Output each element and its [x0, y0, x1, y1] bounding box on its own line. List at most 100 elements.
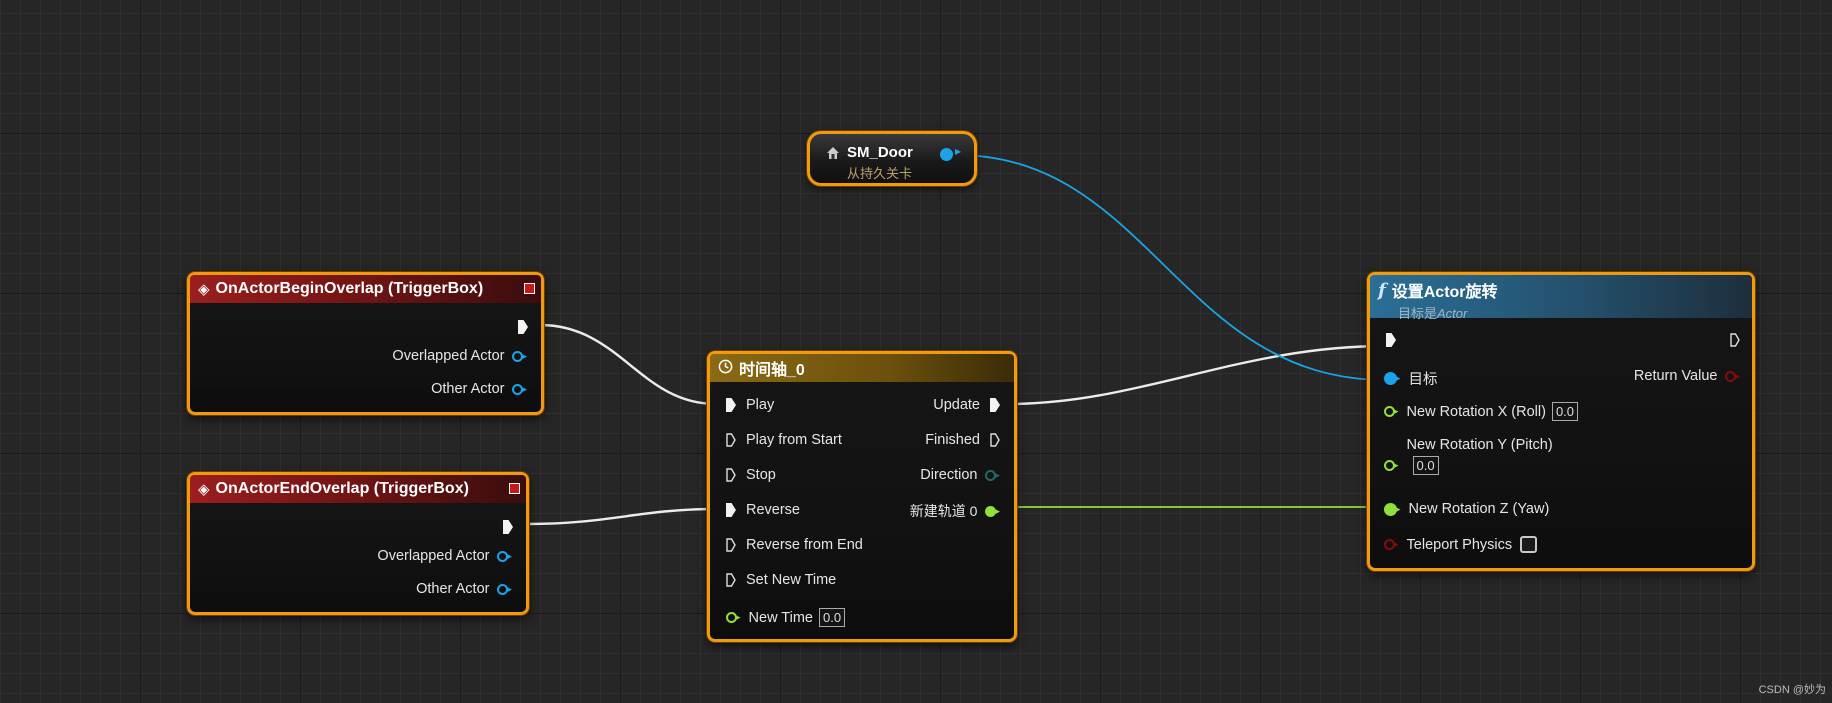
- reverse-from-end-row: Reverse from End: [726, 537, 863, 553]
- delegate-square-icon: [524, 283, 535, 294]
- sm-door-title: SM_Door: [847, 144, 913, 161]
- pin-label: Overlapped Actor: [392, 348, 505, 364]
- pin-arrow-icon: ▸: [507, 550, 512, 561]
- stop-exec-pin[interactable]: [726, 468, 736, 482]
- update-row: Update: [933, 397, 1000, 413]
- play-from-start-row: Play from Start: [726, 432, 842, 448]
- roll-input[interactable]: 0.0: [1551, 402, 1579, 421]
- stop-row: Stop: [726, 467, 776, 483]
- play-from-start-label: Play from Start: [746, 432, 842, 448]
- wire-end-to-reverse: [526, 507, 717, 526]
- sm-door-output-pin[interactable]: [940, 148, 953, 161]
- actor-reference-icon: [826, 146, 840, 160]
- set-rotation-node[interactable]: f 设置Actor旋转 目标是Actor ▸ 目标 Return Value ▸…: [1367, 272, 1755, 571]
- end-overlap-title: OnActorEndOverlap (TriggerBox): [215, 480, 469, 497]
- sm-door-node[interactable]: SM_Door 从持久关卡 ▶: [807, 131, 977, 186]
- set-new-time-exec-pin[interactable]: [726, 573, 736, 587]
- set-rotation-exec-out: [1730, 333, 1740, 347]
- pitch-label: New Rotation Y (Pitch): [1406, 437, 1553, 453]
- begin-overlap-other-row: Other Actor ▸: [431, 381, 527, 397]
- new-time-label: New Time: [748, 609, 813, 626]
- reverse-from-end-label: Reverse from End: [746, 537, 863, 553]
- delegate-square-icon: [509, 483, 520, 494]
- sm-door-subtitle: 从持久关卡: [847, 166, 913, 181]
- finished-row: Finished: [925, 432, 1000, 448]
- set-new-time-label: Set New Time: [746, 572, 837, 588]
- wire-update-to-setrotation: [1006, 344, 1386, 406]
- reverse-exec-pin[interactable]: [726, 503, 736, 517]
- begin-overlap-title: OnActorBeginOverlap (TriggerBox): [215, 280, 484, 297]
- set-rotation-title: 设置Actor旋转: [1391, 284, 1498, 301]
- play-row: Play: [726, 397, 774, 413]
- play-label: Play: [746, 397, 775, 413]
- teleport-label: Teleport Physics: [1406, 536, 1513, 553]
- target-label: 目标: [1408, 372, 1438, 388]
- pin-arrow-icon: ▸: [1735, 370, 1740, 381]
- return-value-label: Return Value: [1633, 368, 1718, 384]
- pin-arrow-icon: ▸: [1396, 503, 1401, 514]
- end-overlap-header: ◈ OnActorEndOverlap (TriggerBox): [190, 475, 526, 503]
- new-time-input[interactable]: 0.0: [819, 608, 846, 627]
- roll-row: ▸ New Rotation X (Roll) 0.0: [1384, 402, 1579, 421]
- pin-label: Other Actor: [416, 581, 490, 597]
- end-overlap-exec-out[interactable]: [503, 520, 513, 534]
- new-time-row: ▸ New Time 0.0: [726, 608, 846, 627]
- track-row: 新建轨道 0 ▸: [910, 501, 1000, 521]
- pitch-content: New Rotation Y (Pitch) 0.0: [1407, 437, 1553, 475]
- track-label: 新建轨道 0: [909, 503, 978, 519]
- set-new-time-row: Set New Time: [726, 572, 836, 588]
- pin-label: Other Actor: [431, 381, 505, 397]
- reverse-from-end-exec-pin[interactable]: [726, 538, 736, 552]
- end-overlap-overlapped-row: Overlapped Actor ▸: [377, 548, 512, 564]
- exec-in-pin[interactable]: [1386, 333, 1396, 347]
- set-rotation-header: f 设置Actor旋转 目标是Actor: [1370, 275, 1752, 321]
- update-label: Update: [933, 397, 980, 413]
- watermark: CSDN @妙为: [1758, 684, 1826, 696]
- pin-label: Overlapped Actor: [377, 548, 490, 564]
- timeline-header: 时间轴_0: [710, 354, 1014, 382]
- timeline-node[interactable]: 时间轴_0 Play Play from Start Stop Reverse …: [707, 351, 1017, 642]
- return-value-row: Return Value ▸: [1634, 368, 1740, 384]
- event-diamond-icon: ◈: [198, 281, 210, 298]
- update-exec-pin[interactable]: [990, 398, 1000, 412]
- pin-arrow-icon: ▸: [522, 383, 527, 394]
- pin-arrow-icon: ▸: [995, 469, 1000, 480]
- finished-exec-pin[interactable]: [990, 433, 1000, 447]
- yaw-row: ▸ New Rotation Z (Yaw): [1384, 501, 1549, 517]
- pin-arrow-icon: ▸: [522, 350, 527, 361]
- reverse-label: Reverse: [746, 502, 800, 518]
- clock-icon: [718, 359, 733, 378]
- set-rotation-subtitle: 目标是Actor: [1398, 303, 1467, 322]
- pitch-row: ▸ New Rotation Y (Pitch) 0.0: [1384, 437, 1553, 475]
- stop-label: Stop: [746, 467, 776, 483]
- pin-arrow-icon: ▸: [736, 612, 741, 622]
- direction-label: Direction: [920, 467, 978, 483]
- direction-row: Direction ▸: [920, 467, 1000, 483]
- pin-arrow-icon: ▸: [1394, 539, 1399, 549]
- pin-arrow-icon: ▸: [1394, 459, 1399, 470]
- subtitle-target: Actor: [1437, 306, 1468, 321]
- finished-label: Finished: [925, 432, 980, 448]
- end-overlap-node[interactable]: ◈ OnActorEndOverlap (TriggerBox) Overlap…: [187, 472, 529, 615]
- teleport-row: ▸ Teleport Physics: [1384, 536, 1538, 553]
- exec-out-pin[interactable]: [1730, 333, 1740, 347]
- begin-overlap-exec-out[interactable]: [518, 320, 528, 334]
- roll-label: New Rotation X (Roll): [1406, 403, 1546, 420]
- exec-out-pin[interactable]: [503, 520, 513, 534]
- play-exec-pin[interactable]: [726, 398, 736, 412]
- reverse-row: Reverse: [726, 502, 800, 518]
- timeline-title: 时间轴_0: [739, 362, 805, 379]
- exec-out-pin[interactable]: [518, 320, 528, 334]
- wire-begin-to-play: [539, 323, 717, 406]
- sm-door-pin-arrow-icon: ▶: [955, 147, 962, 156]
- target-row: ▸ 目标: [1384, 368, 1438, 389]
- wire-door-to-target: [955, 154, 1387, 381]
- pin-arrow-icon: ▸: [1394, 406, 1399, 416]
- pitch-input[interactable]: 0.0: [1412, 456, 1439, 475]
- teleport-checkbox[interactable]: [1520, 536, 1538, 553]
- begin-overlap-node[interactable]: ◈ OnActorBeginOverlap (TriggerBox) Overl…: [187, 272, 544, 415]
- begin-overlap-header: ◈ OnActorBeginOverlap (TriggerBox): [190, 275, 541, 303]
- play-from-start-exec-pin[interactable]: [726, 433, 736, 447]
- yaw-label: New Rotation Z (Yaw): [1408, 501, 1550, 517]
- pin-arrow-icon: ▸: [507, 583, 512, 594]
